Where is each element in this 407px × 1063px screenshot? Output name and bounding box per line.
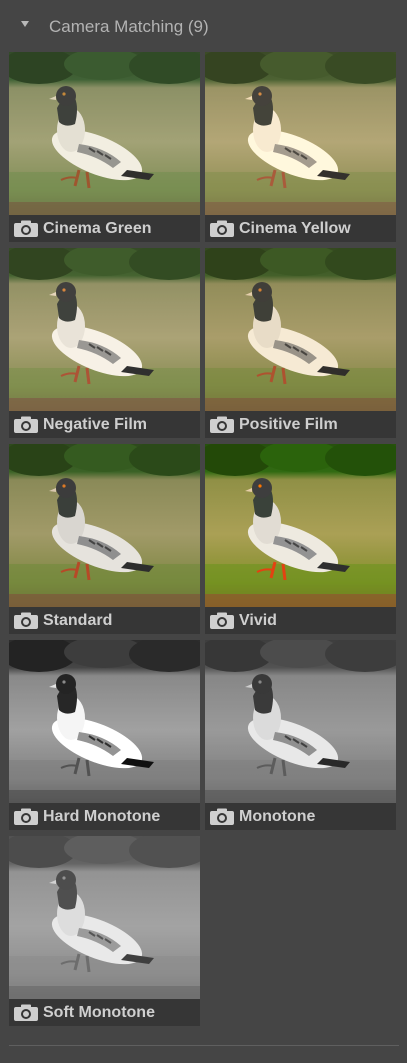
profile-label: Standard (43, 612, 113, 629)
profile-caption: Positive Film (205, 411, 396, 438)
profile-thumbnail (9, 444, 200, 607)
profile-tile-positive-film[interactable]: Positive Film (205, 248, 396, 438)
camera-icon (210, 416, 234, 433)
profile-label: Soft Monotone (43, 1004, 155, 1021)
camera-icon (14, 1004, 38, 1021)
divider (9, 1045, 399, 1046)
profile-thumbnail (9, 640, 200, 803)
profile-caption: Hard Monotone (9, 803, 200, 830)
profile-label: Negative Film (43, 416, 148, 433)
profile-thumbnail (9, 836, 200, 999)
disclosure-triangle-icon[interactable] (21, 21, 29, 27)
profile-thumbnail (9, 248, 200, 411)
profile-caption: Cinema Yellow (205, 215, 396, 242)
camera-matching-panel: Camera Matching (9) Cinema Green Cinema … (0, 0, 407, 1063)
profile-tile-hard-monotone[interactable]: Hard Monotone (9, 640, 200, 830)
profile-label: Cinema Yellow (239, 220, 351, 237)
profile-caption: Cinema Green (9, 215, 200, 242)
profile-thumbnail (205, 52, 396, 215)
camera-icon (14, 220, 38, 237)
profile-tile-negative-film[interactable]: Negative Film (9, 248, 200, 438)
profile-tile-monotone[interactable]: Monotone (205, 640, 396, 830)
profile-thumbnail (205, 640, 396, 803)
profile-caption: Monotone (205, 803, 396, 830)
profile-thumbnail (9, 52, 200, 215)
camera-icon (14, 808, 38, 825)
section-header[interactable]: Camera Matching (9) (0, 0, 407, 52)
camera-icon (14, 416, 38, 433)
camera-icon (14, 612, 38, 629)
profile-thumbnail (205, 248, 396, 411)
profile-caption: Standard (9, 607, 200, 634)
profile-caption: Soft Monotone (9, 999, 200, 1026)
camera-icon (210, 220, 234, 237)
profile-label: Vivid (239, 612, 277, 629)
profile-caption: Vivid (205, 607, 396, 634)
profile-tile-cinema-yellow[interactable]: Cinema Yellow (205, 52, 396, 242)
profile-tile-soft-monotone[interactable]: Soft Monotone (9, 836, 200, 1026)
profile-caption: Negative Film (9, 411, 200, 438)
camera-icon (210, 612, 234, 629)
camera-icon (210, 808, 234, 825)
profile-tile-cinema-green[interactable]: Cinema Green (9, 52, 200, 242)
profile-label: Monotone (239, 808, 316, 825)
profile-tile-vivid[interactable]: Vivid (205, 444, 396, 634)
section-title: Camera Matching (9) (49, 17, 209, 36)
profile-label: Cinema Green (43, 220, 152, 237)
profile-thumbnail (205, 444, 396, 607)
profile-label: Hard Monotone (43, 808, 161, 825)
profile-label: Positive Film (239, 416, 338, 433)
profile-tile-standard[interactable]: Standard (9, 444, 200, 634)
